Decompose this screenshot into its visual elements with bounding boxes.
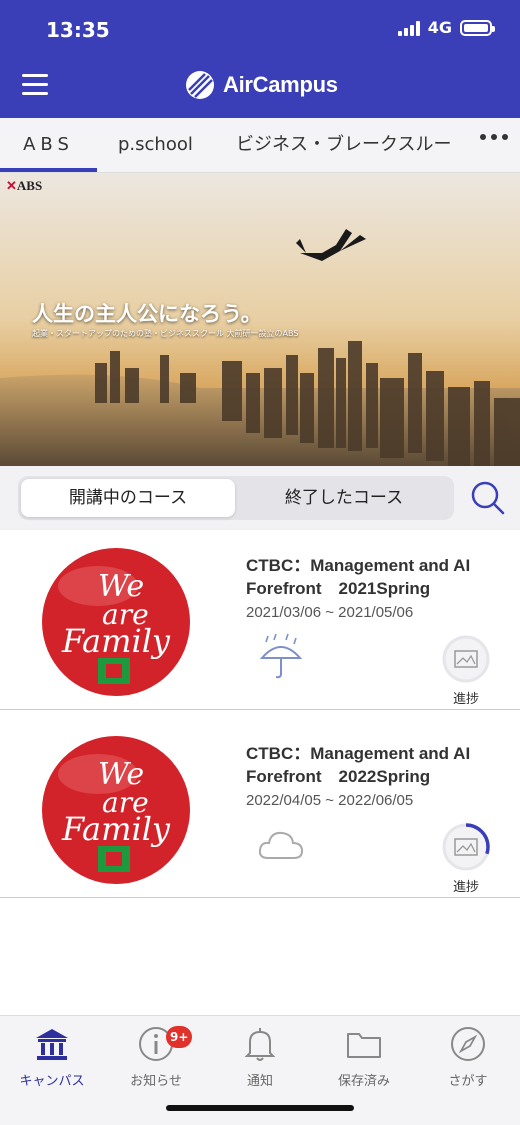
we-are-family-logo: We are Family <box>42 736 190 884</box>
nav-search[interactable]: さがす <box>416 1024 520 1096</box>
status-time: 13:35 <box>46 18 110 42</box>
app-logo: AirCampus <box>185 70 338 100</box>
home-indicator <box>166 1105 354 1111</box>
tab-pschool[interactable]: p.school <box>118 118 193 173</box>
course-dates: 2022/04/05 ~ 2022/06/05 <box>246 792 414 809</box>
status-indicators: 4G <box>397 18 495 37</box>
course-card[interactable]: We are Family CTBC：Management and AI For… <box>0 530 520 710</box>
battery-icon <box>460 19 495 36</box>
bell-icon <box>244 1028 276 1061</box>
more-tabs-button[interactable] <box>480 134 508 140</box>
course-card[interactable]: We are Family CTBC：Management and AI For… <box>0 718 520 898</box>
course-filter-bar: 開講中のコース 終了したコース <box>0 466 520 530</box>
nav-label: お知らせ <box>130 1074 182 1089</box>
course-title: CTBC：Management and AI Forefront 2022Spr… <box>246 744 471 786</box>
tab-business-breakthrough[interactable]: ビジネス・ブレークスルー <box>236 118 466 173</box>
progress-ring-icon[interactable] <box>441 822 491 872</box>
progress-ring-icon[interactable] <box>441 634 491 684</box>
segment-active-courses[interactable]: 開講中のコース <box>21 479 235 517</box>
course-status-segmented-control: 開講中のコース 終了したコース <box>18 476 454 520</box>
course-title: CTBC：Management and AI Forefront 2021Spr… <box>246 556 471 598</box>
banner-brand-mark: ✕ABS <box>6 178 43 193</box>
nav-label: さがす <box>448 1074 488 1089</box>
umbrella-rain-icon <box>259 633 303 679</box>
tab-abs[interactable]: ABS <box>0 118 97 173</box>
nav-label: 保存済み <box>337 1074 390 1089</box>
notification-badge: 9+ <box>166 1026 193 1048</box>
banner-headline: 人生の主人公になろう。 <box>32 302 262 326</box>
search-icon[interactable] <box>468 478 506 516</box>
network-type: 4G <box>427 18 452 37</box>
progress-label: 進捗 <box>452 880 479 895</box>
promo-banner[interactable]: ✕ABS 人生の主人公になろう。 起業・スタートアップのための塾・ビジネススクー… <box>0 173 520 466</box>
segment-finished-courses[interactable]: 終了したコース <box>237 479 451 517</box>
course-dates: 2021/03/06 ~ 2021/05/06 <box>246 604 414 621</box>
nav-announcements[interactable]: 9+ お知らせ <box>104 1024 208 1096</box>
svg-text:Family: Family <box>61 810 171 848</box>
globe-logo-icon <box>186 71 214 99</box>
school-tabs: ABS p.school ビジネス・ブレークスルー <box>0 118 520 173</box>
active-tab-indicator <box>0 168 97 172</box>
banner-subline: 起業・スタートアップのための塾・ビジネススクール 大前研一設立のABS <box>32 329 299 338</box>
compass-icon <box>451 1027 485 1061</box>
nav-label: キャンパス <box>19 1074 85 1089</box>
signal-icon <box>397 20 420 36</box>
campus-building-icon <box>36 1029 68 1060</box>
app-name: AirCampus <box>223 72 338 97</box>
nav-label: 通知 <box>246 1074 273 1089</box>
hamburger-menu-button[interactable] <box>22 74 48 96</box>
we-are-family-logo: We are Family <box>42 548 190 696</box>
progress-label: 進捗 <box>452 692 479 707</box>
nav-notifications[interactable]: 通知 <box>208 1024 312 1096</box>
svg-text:Family: Family <box>61 622 171 660</box>
nav-saved[interactable]: 保存済み <box>312 1024 416 1096</box>
nav-campus[interactable]: キャンパス <box>0 1024 104 1096</box>
cloud-icon <box>258 831 304 859</box>
folder-icon <box>347 1033 381 1058</box>
app-header: 13:35 4G AirCampus <box>0 0 520 118</box>
